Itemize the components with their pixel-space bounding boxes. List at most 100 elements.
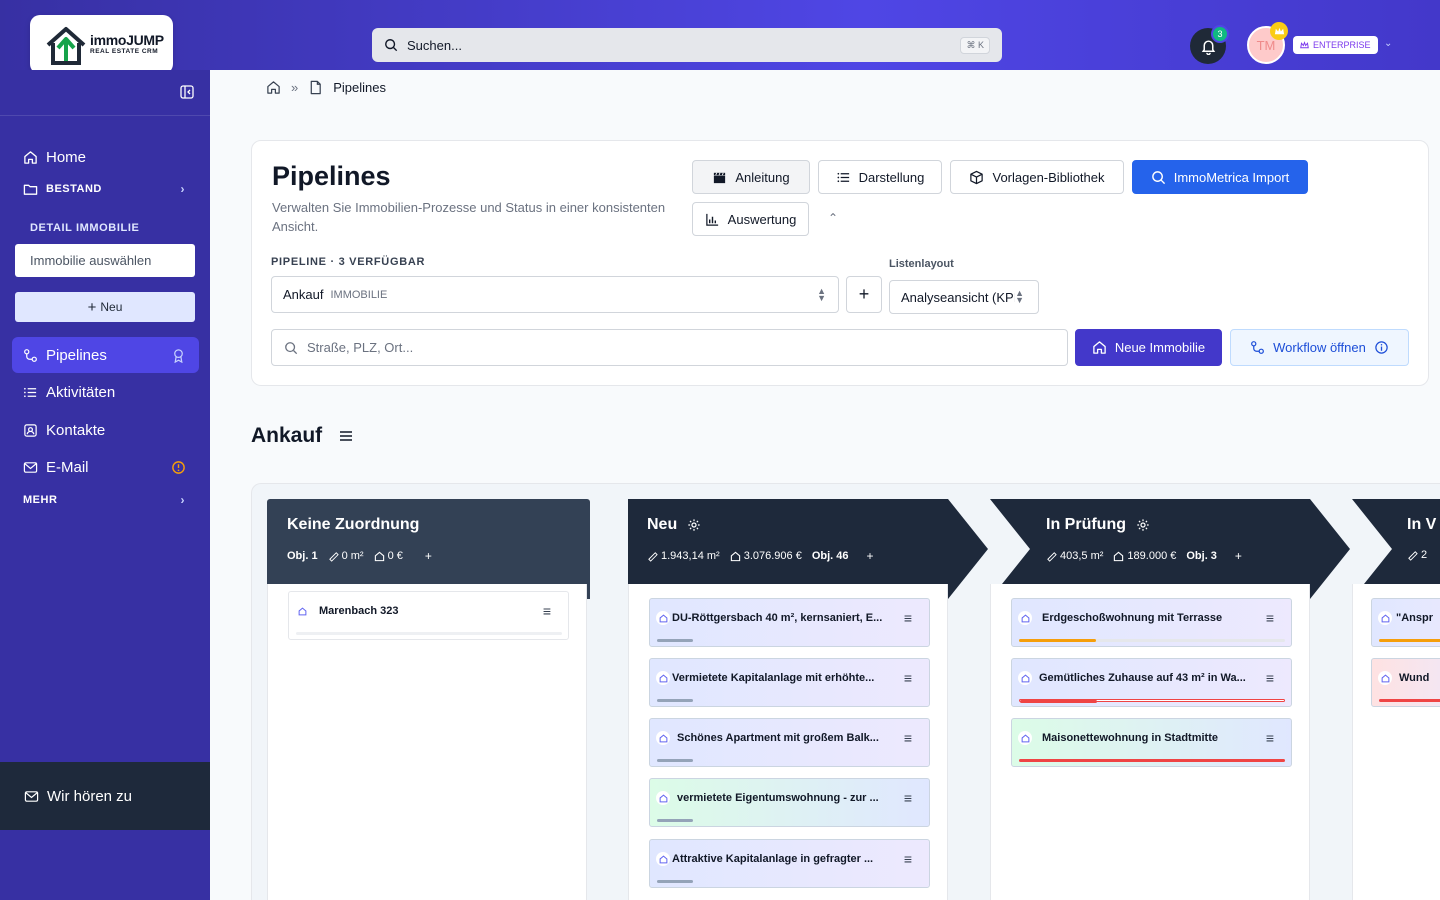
menu-icon[interactable]: ≡ [543, 603, 551, 619]
pipeline-select[interactable]: Ankauf IMMOBILIE ▲ ▼ [271, 276, 839, 313]
add-item-icon[interactable]: + [425, 549, 432, 563]
sidebar-item-mehr[interactable]: MEHR › [12, 482, 199, 518]
chevron-up-icon[interactable]: ⌃ [828, 211, 838, 225]
brand-tagline: REAL ESTATE CRM [90, 48, 159, 56]
menu-icon[interactable]: ≡ [904, 790, 912, 806]
list-item[interactable]: Wund [1371, 658, 1440, 707]
home-icon [1378, 611, 1392, 625]
ruler-icon [1047, 551, 1057, 562]
sidebar-item-home[interactable]: Home [12, 139, 199, 175]
global-search[interactable]: Suchen... ⌘ K [372, 28, 1002, 62]
list-item-label: "Anspr [1396, 612, 1433, 624]
notification-count-badge: 3 [1211, 25, 1229, 43]
collapse-sidebar-icon[interactable] [180, 85, 194, 99]
page-title: Pipelines [272, 161, 391, 191]
sidebar-item-bestand[interactable]: BESTAND › [12, 171, 199, 207]
display-button[interactable]: Darstellung [818, 160, 942, 194]
home-icon [1018, 731, 1032, 745]
mail-icon [23, 461, 38, 473]
bar-chart-icon [705, 213, 718, 226]
sidebar-item-kontakte[interactable]: Kontakte [12, 412, 199, 448]
list-item-label: DU-Röttgersbach 40 m², kernsaniert, E... [672, 612, 883, 624]
list-item[interactable]: Erdgeschoßwohnung mit Terrasse ≡ [1011, 598, 1292, 647]
immometrica-import-button[interactable]: ImmoMetrica Import [1132, 160, 1308, 194]
template-library-button[interactable]: Vorlagen-Bibliothek [950, 160, 1124, 194]
home-icon [1378, 671, 1392, 685]
gear-icon[interactable] [687, 518, 701, 532]
pipeline-label: PIPELINE · 3 VERFÜGBAR [271, 256, 426, 268]
home-icon [295, 604, 309, 618]
home-icon [656, 852, 670, 866]
gear-icon[interactable] [1136, 518, 1150, 532]
plus-icon: + [87, 298, 97, 316]
progress-bar [1019, 699, 1285, 703]
chevron-down-icon[interactable]: ⌄ [1384, 38, 1392, 49]
immometrica-import-label: ImmoMetrica Import [1173, 169, 1290, 185]
list-item[interactable]: Marenbach 323 ≡ [288, 591, 569, 640]
progress-bar [657, 880, 693, 883]
contact-card-icon [24, 423, 37, 437]
new-property-button[interactable]: Neue Immobilie [1075, 329, 1222, 366]
layout-select[interactable]: Analyseansicht (KPI ▲ ▼ [889, 280, 1039, 314]
menu-icon[interactable]: ≡ [1266, 610, 1274, 626]
add-pipeline-button[interactable]: + [846, 276, 882, 313]
sidebar-item-email[interactable]: E-Mail [12, 449, 199, 485]
menu-icon[interactable]: ≡ [1266, 730, 1274, 746]
house-arrow-logo-icon [46, 26, 86, 65]
menu-icon[interactable]: ≡ [904, 851, 912, 867]
list-item-label: vermietete Eigentumswohnung - zur ... [677, 792, 879, 804]
home-icon [1114, 551, 1124, 561]
layout-value: Analyseansicht (KPI [901, 289, 1018, 305]
breadcrumb-current: Pipelines [333, 80, 386, 95]
home-icon [1018, 671, 1032, 685]
address-search-input[interactable]: Straße, PLZ, Ort... [271, 329, 1068, 366]
sidebar-item-pipelines[interactable]: Pipelines [12, 337, 199, 373]
home-icon[interactable] [266, 80, 281, 95]
feedback-label: Wir hören zu [47, 787, 133, 805]
plan-badge[interactable]: ENTERPRISE [1293, 36, 1378, 54]
property-select-input[interactable]: Immobilie auswählen [15, 244, 195, 277]
column-body: "Anspr Wund [1352, 584, 1440, 900]
pipeline-type-tag: IMMOBILIE [330, 288, 388, 301]
list-item[interactable]: DU-Röttgersbach 40 m², kernsaniert, E...… [649, 598, 930, 647]
evaluation-button[interactable]: Auswertung [692, 202, 809, 236]
menu-icon[interactable]: ≡ [904, 730, 912, 746]
column-area: 2 [1421, 549, 1428, 561]
menu-icon[interactable]: ≡ [904, 670, 912, 686]
menu-icon[interactable]: ≡ [904, 610, 912, 626]
list-item[interactable]: Maisonettewohnung in Stadtmitte ≡ [1011, 718, 1292, 767]
open-workflow-button[interactable]: Workflow öffnen [1230, 329, 1409, 366]
home-icon [1093, 341, 1106, 354]
logo[interactable]: immoJUMP REAL ESTATE CRM [30, 15, 173, 74]
home-icon [656, 791, 670, 805]
sidebar-item-aktivitaeten[interactable]: Aktivitäten [12, 374, 199, 410]
list-item[interactable]: Attraktive Kapitalanlage in gefragter ..… [649, 839, 930, 888]
new-property-label: Neue Immobilie [1114, 340, 1206, 355]
add-item-icon[interactable]: + [867, 549, 874, 563]
list-icon [837, 172, 849, 182]
list-item[interactable]: Vermietete Kapitalanlage mit erhöhte... … [649, 658, 930, 707]
list-item[interactable]: vermietete Eigentumswohnung - zur ... ≡ [649, 778, 930, 827]
list-item[interactable]: "Anspr [1371, 598, 1440, 647]
ruler-icon [648, 551, 658, 562]
sidebar-item-label: Aktivitäten [46, 383, 116, 401]
column-title: Neu [647, 516, 678, 533]
column-title: In V [1407, 516, 1437, 533]
kanban-board: Keine Zuordnung Obj. 1 0 m² 0 € + Marenb… [251, 483, 1440, 900]
list-item[interactable]: Schönes Apartment mit großem Balk... ≡ [649, 718, 930, 767]
progress-bar [1019, 759, 1285, 762]
crown-icon [1270, 22, 1288, 40]
feedback-link[interactable]: Wir hören zu [0, 762, 210, 830]
list-item[interactable]: Gemütliches Zuhause auf 43 m² in Wa... ≡ [1011, 658, 1292, 707]
search-icon [385, 39, 398, 52]
new-property-button[interactable]: + Neu [15, 292, 195, 322]
column-value: 189.000 € [1127, 550, 1177, 562]
add-item-icon[interactable]: + [1235, 549, 1242, 563]
clapperboard-icon [714, 172, 726, 183]
menu-icon[interactable]: ≡ [1266, 670, 1274, 686]
info-icon [1375, 341, 1388, 354]
menu-icon[interactable] [339, 429, 353, 443]
crown-icon [1300, 40, 1309, 48]
column-body: Marenbach 323 ≡ [267, 584, 587, 900]
guide-button[interactable]: Anleitung [692, 160, 810, 194]
